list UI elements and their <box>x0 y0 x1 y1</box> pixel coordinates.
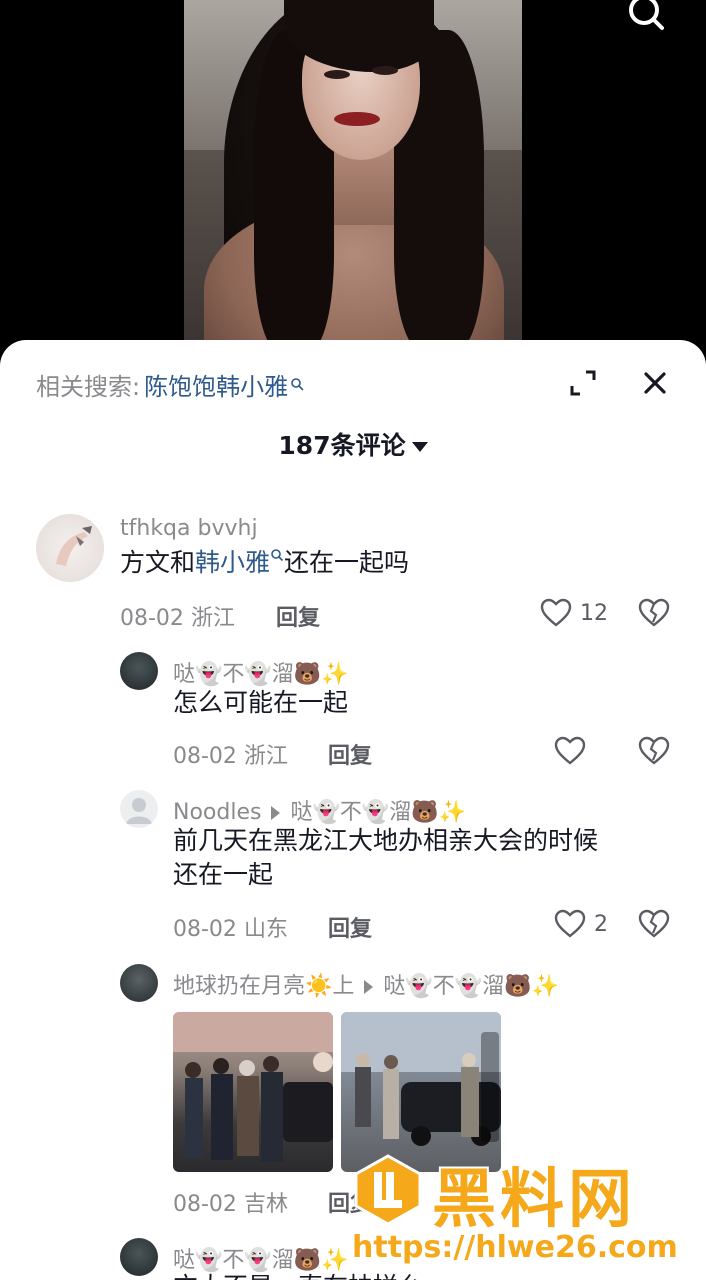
broken-heart-icon[interactable] <box>638 909 670 939</box>
related-search-label: 相关搜索: <box>36 372 141 401</box>
watermark-url: https://hlwe26.com <box>352 1230 678 1265</box>
like-button[interactable] <box>554 736 586 766</box>
reply-username[interactable]: 哒👻不👻溜🐻✨ <box>173 656 349 688</box>
comment-image[interactable] <box>173 1012 333 1172</box>
search-icon[interactable] <box>624 0 668 38</box>
reply-arrow-icon <box>271 806 281 820</box>
avatar[interactable] <box>120 790 158 828</box>
comment-sheet: 相关搜索: 陈饱饱韩小雅 187条评论 tfhkqa bvvhj 方文和韩小雅还… <box>0 340 706 1280</box>
reply-meta: 08-02 吉林 <box>173 1192 288 1217</box>
comment-count[interactable]: 187条评论 <box>0 426 706 462</box>
reply-meta: 08-02 山东 <box>173 917 288 942</box>
watermark-brand: 黑料网 <box>432 1163 636 1237</box>
heart-icon <box>554 909 586 938</box>
reply-arrow-icon <box>364 980 374 994</box>
reply-text-line2: 还在一起 <box>173 860 274 889</box>
close-icon[interactable] <box>638 366 672 400</box>
reply-meta: 08-02 浙江 <box>173 744 288 769</box>
reply-username: Noodles 哒👻不👻溜🐻✨ <box>173 800 467 825</box>
search-icon <box>291 378 304 391</box>
expand-icon[interactable] <box>566 366 600 400</box>
video-frame-portrait <box>184 0 522 345</box>
avatar[interactable] <box>120 652 158 690</box>
broken-heart-icon[interactable] <box>638 736 670 766</box>
comment-text: 方文和韩小雅 还在一起吗 <box>120 548 410 577</box>
hand-avatar-icon <box>56 526 92 566</box>
related-search-term[interactable]: 陈饱饱韩小雅 <box>144 367 288 402</box>
video-player[interactable] <box>0 0 706 360</box>
default-user-icon <box>126 798 152 824</box>
reply-text-line1: 前几天在黑龙江大地办相亲大会的时候 <box>173 826 599 855</box>
search-icon <box>271 548 284 561</box>
reply-username: 地球扔在月亮☀️上 哒👻不👻溜🐻✨ <box>173 974 559 999</box>
reply-button[interactable]: 回复 <box>328 911 372 943</box>
heart-icon <box>540 598 572 627</box>
broken-heart-icon[interactable] <box>638 598 670 628</box>
street-photo-image <box>173 1012 333 1162</box>
like-button[interactable]: 2 <box>554 909 608 939</box>
reply-button[interactable]: 回复 <box>328 738 372 770</box>
like-count: 12 <box>580 600 608 626</box>
related-search: 相关搜索: 陈饱饱韩小雅 <box>36 364 304 404</box>
watermark-logo-icon <box>354 1154 422 1226</box>
avatar[interactable] <box>120 1238 158 1276</box>
avatar[interactable] <box>36 514 104 582</box>
comment-meta: 08-02 浙江 <box>120 606 235 631</box>
caret-down-icon[interactable] <box>411 442 428 452</box>
comment-search-link[interactable]: 韩小雅 <box>195 548 270 577</box>
reply-text: 怎么可能在一起 <box>173 688 349 717</box>
heart-icon <box>554 736 586 765</box>
like-button[interactable]: 12 <box>540 598 608 628</box>
avatar[interactable] <box>120 964 158 1002</box>
comment-username[interactable]: tfhkqa bvvhj <box>120 516 258 541</box>
comment-count-label: 187条评论 <box>278 431 406 460</box>
reply-button[interactable]: 回复 <box>276 600 320 632</box>
watermark: 黑料网 https://hlwe26.com <box>352 1150 702 1280</box>
like-count: 2 <box>594 911 608 937</box>
